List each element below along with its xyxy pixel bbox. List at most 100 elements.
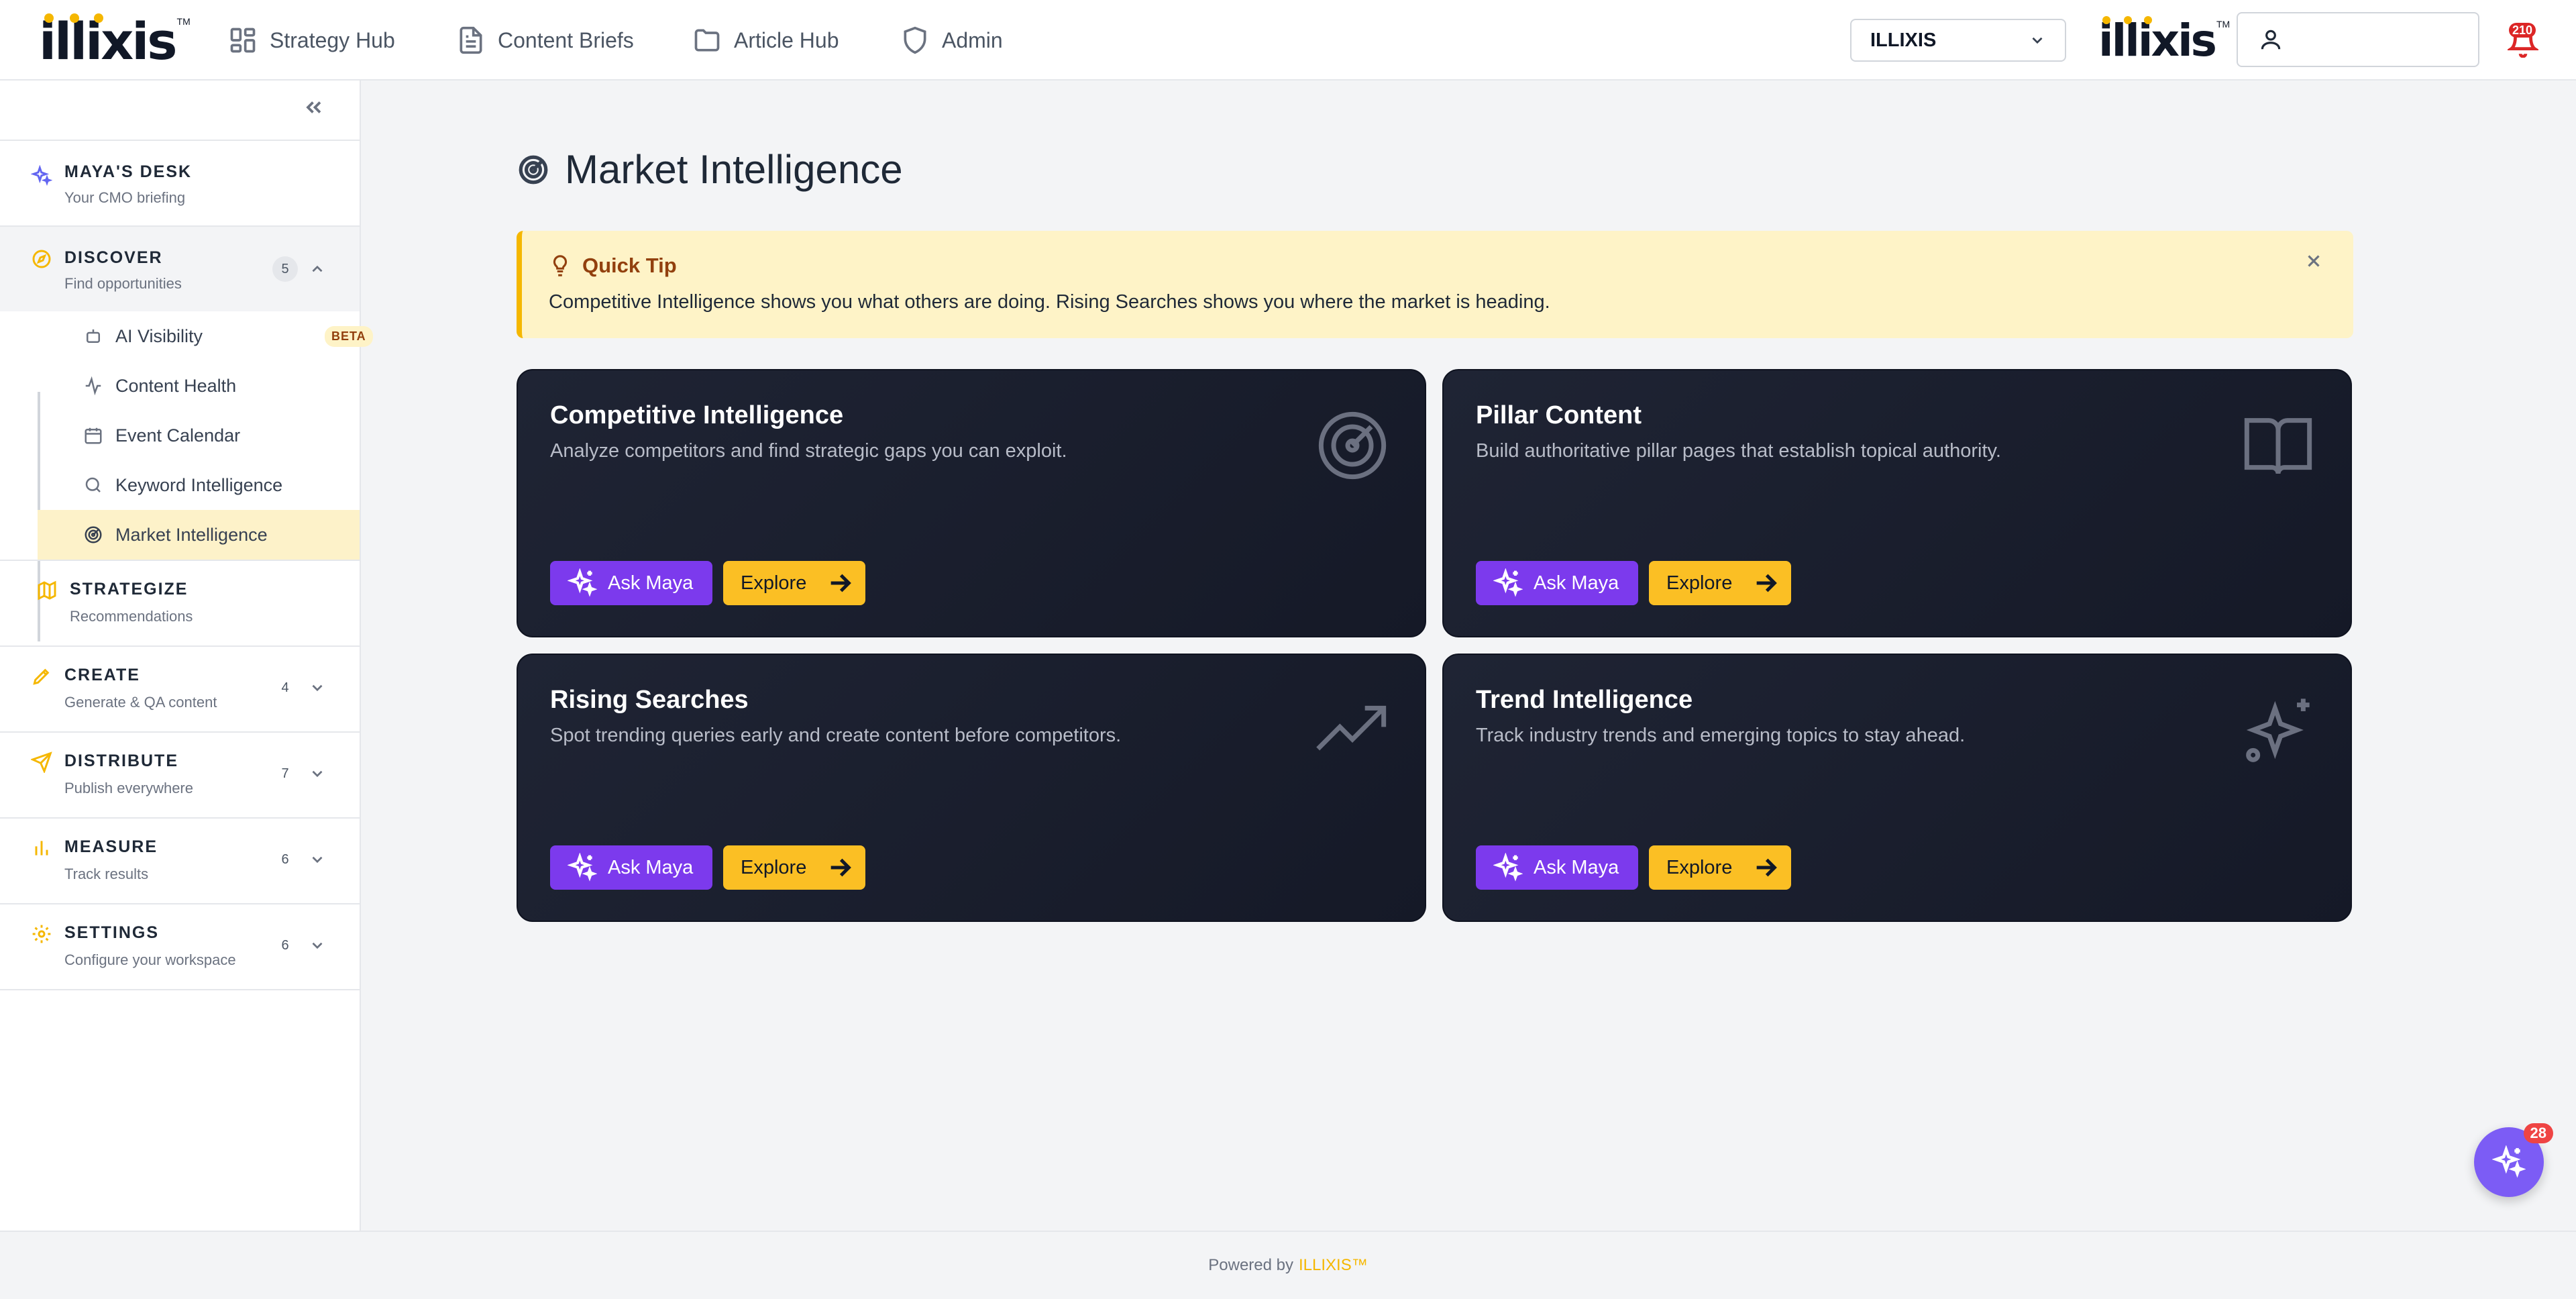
grid-icon [230,28,256,53]
chevron-up-icon [309,260,327,279]
card-title: Pillar Content [1476,401,1642,429]
card-description: Analyze competitors and find strategic g… [550,440,1067,462]
explore-label: Explore [741,856,807,878]
ask-maya-button[interactable]: Ask Maya [550,561,712,605]
lightbulb-icon [553,255,568,276]
section-subtitle: Publish everywhere [64,780,193,796]
sparkles-icon [1493,568,1523,597]
explore-label: Explore [1666,572,1733,594]
section-subtitle: Recommendations [70,608,193,625]
notifications-button[interactable]: 210 [2506,23,2542,59]
radar-icon [519,155,548,184]
robot-icon [83,326,103,346]
sidebar-item-event-calendar[interactable]: Event Calendar [38,411,360,460]
beta-badge: BETA [325,326,373,347]
quick-tip-text: Competitive Intelligence shows you what … [549,291,1550,313]
section-count-badge: 7 [281,766,289,781]
section-title: MAYA'S DESK [64,162,193,181]
chevron-down-icon [309,851,327,870]
nav-content-briefs[interactable]: Content Briefs [456,23,634,58]
section-title: DISCOVER [64,248,163,267]
nav-strategy-hub[interactable]: Strategy Hub [228,23,395,58]
quick-tip-banner: Quick Tip Competitive Intelligence shows… [517,231,2353,338]
sidebar-item-ai-visibility[interactable]: AI Visibility BETA [38,311,373,361]
explore-label: Explore [1666,856,1733,878]
section-count-badge: 6 [281,937,289,953]
section-count-badge: 4 [281,680,289,695]
ask-maya-button[interactable]: Ask Maya [550,845,712,890]
logo-dots [2101,16,2152,24]
folder-icon [694,29,720,52]
illixis-logo[interactable]: illixis TM [39,11,191,71]
sidebar-section-create[interactable]: CREATE Generate & QA content 4 [0,645,360,731]
logo-text: illixis [2098,15,2217,66]
maya-count-badge: 28 [2523,1123,2553,1143]
quick-tip-header: Quick Tip [549,254,677,278]
sparkles-icon [1493,853,1523,882]
sidebar-item-content-health[interactable]: Content Health [38,361,360,411]
maya-assistant-button[interactable]: 28 [2474,1123,2553,1197]
sidebar-section-strategize[interactable]: STRATEGIZE Recommendations [0,560,360,645]
organization-select[interactable]: ILLIXIS [1850,19,2066,62]
sidebar-section-measure[interactable]: MEASURE Track results 6 [0,817,360,903]
send-icon [30,751,52,774]
compass-icon [31,248,52,270]
sparkles-icon [2492,1145,2526,1178]
section-subtitle: Generate & QA content [64,694,217,711]
nav-label: Strategy Hub [270,28,395,52]
nav-admin[interactable]: Admin [900,23,1003,58]
sidebar-item-market-intelligence[interactable]: Market Intelligence [38,510,360,560]
radar-icon [1315,408,1390,483]
sidebar-section-settings[interactable]: SETTINGS Configure your workspace 6 [0,903,360,990]
footer: Powered by ILLIXIS™ [0,1231,2576,1299]
user-menu[interactable] [2237,12,2479,67]
sidebar-section-discover[interactable]: DISCOVER Find opportunities 5 [0,225,360,311]
sidebar-item-label: Keyword Intelligence [115,474,283,495]
logo-trademark: TM [2216,19,2231,30]
card-title: Competitive Intelligence [550,401,844,429]
explore-button[interactable]: Explore [1649,845,1791,890]
card-competitive-intelligence: Competitive Intelligence Analyze competi… [517,369,1426,637]
arrow-right-icon [830,858,852,877]
section-title: CREATE [64,666,140,684]
trending-up-icon [1315,692,1390,768]
card-title: Rising Searches [550,686,749,714]
calendar-icon [83,425,103,446]
sparkles-icon [30,164,53,187]
sidebar-item-keyword-intelligence[interactable]: Keyword Intelligence [38,460,360,510]
sparkles-icon [568,853,597,882]
section-title: STRATEGIZE [70,580,189,599]
notification-count-badge: 210 [2509,23,2536,38]
close-tip-button[interactable] [2304,251,2326,274]
card-rising-searches: Rising Searches Spot trending queries ea… [517,654,1426,922]
section-subtitle: Your CMO briefing [64,189,186,206]
footer-prefix: Powered by [1208,1256,1294,1274]
ask-maya-button[interactable]: Ask Maya [1476,845,1638,890]
sparkle-icon [2241,692,2316,768]
explore-button[interactable]: Explore [723,845,865,890]
organization-select-value: ILLIXIS [1870,29,1937,51]
map-icon [36,580,58,601]
explore-button[interactable]: Explore [723,561,865,605]
nav-article-hub[interactable]: Article Hub [692,23,839,58]
sidebar-item-label: Content Health [115,375,237,396]
card-description: Build authoritative pillar pages that es… [1476,440,2001,462]
explore-button[interactable]: Explore [1649,561,1791,605]
chevron-down-icon [309,679,327,698]
sidebar-section-mayas-desk[interactable]: MAYA'S DESK Your CMO briefing [0,140,360,225]
explore-label: Explore [741,572,807,594]
collapse-sidebar-button[interactable] [302,95,329,122]
logo-dots [43,13,103,23]
section-count-badge: 5 [272,256,298,282]
section-subtitle: Configure your workspace [64,951,236,968]
card-description: Spot trending queries early and create c… [550,725,1122,746]
sidebar-section-distribute[interactable]: DISTRIBUTE Publish everywhere 7 [0,731,360,817]
arrow-right-icon [1756,574,1778,592]
ask-maya-label: Ask Maya [1534,572,1619,594]
ask-maya-label: Ask Maya [608,572,694,594]
sidebar-item-label: Market Intelligence [115,524,268,545]
ask-maya-button[interactable]: Ask Maya [1476,561,1638,605]
activity-icon [83,376,103,396]
logo-text: illixis [39,11,178,71]
top-navigation: illixis TM Strategy Hub Content Briefs A… [0,0,2576,81]
